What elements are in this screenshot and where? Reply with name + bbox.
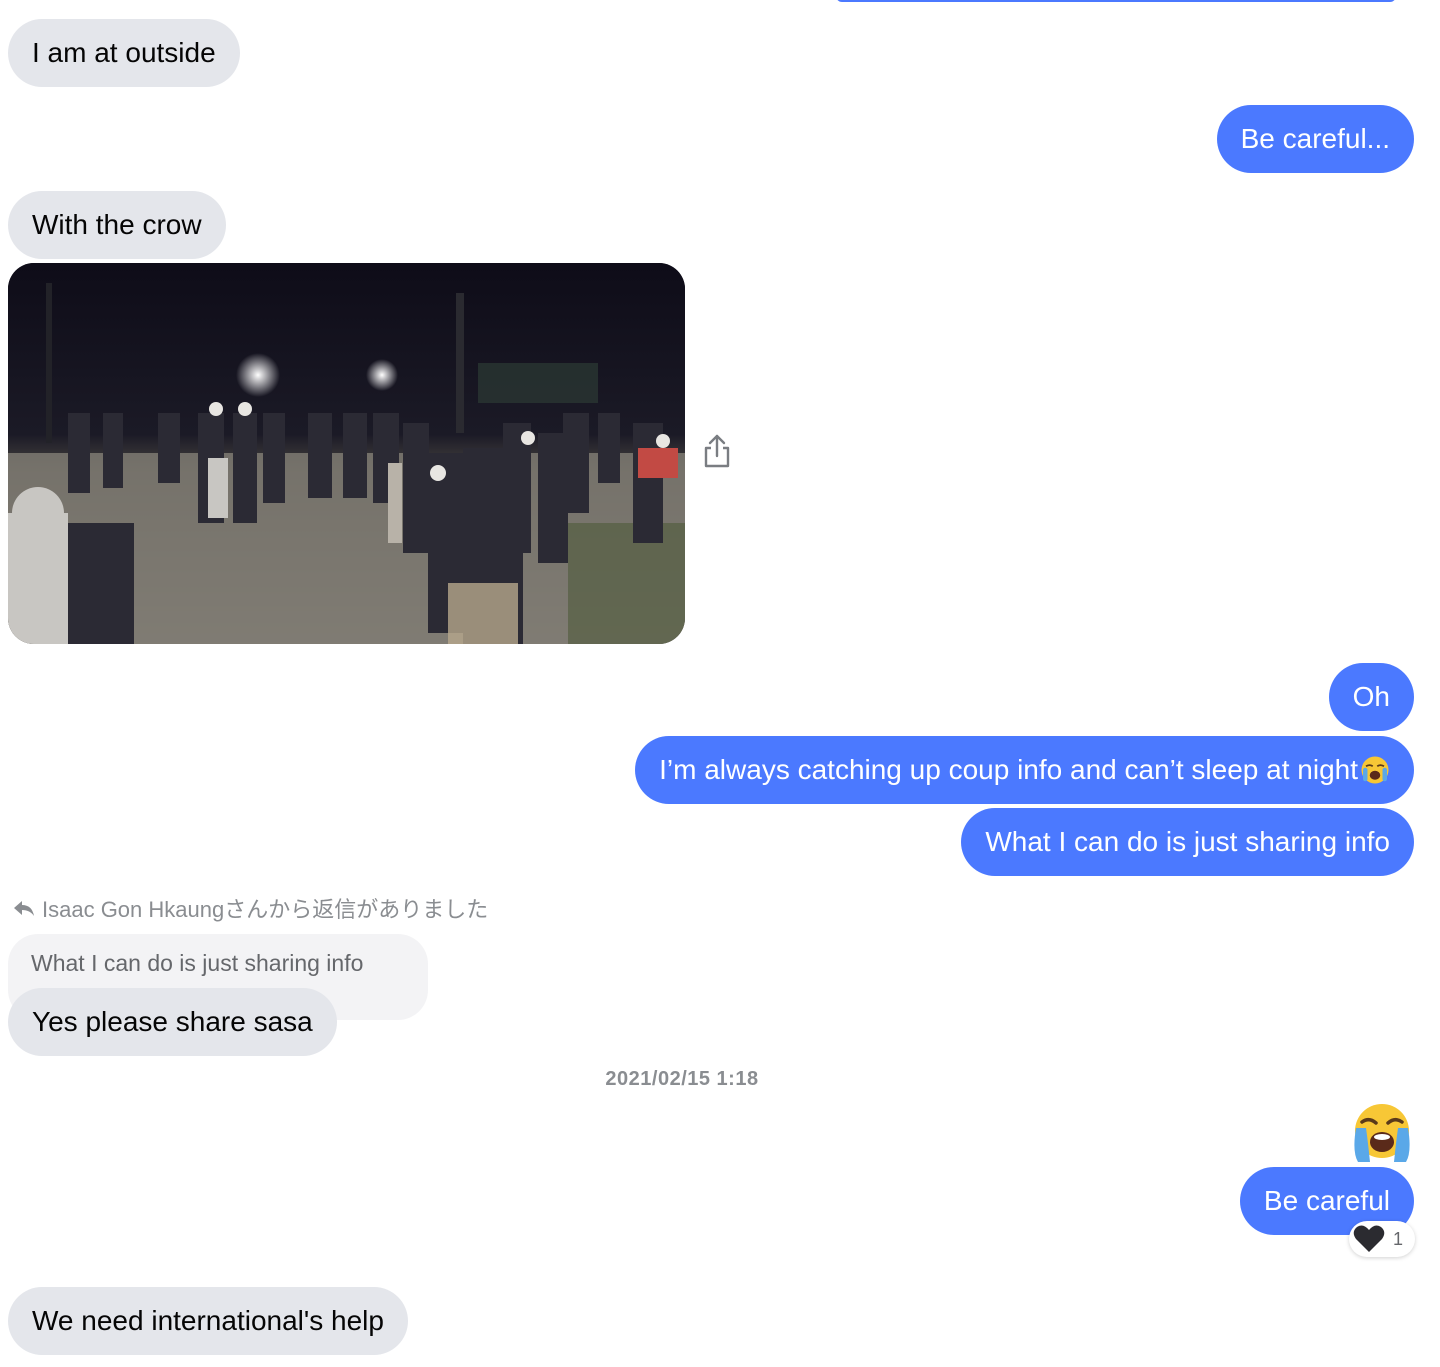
outgoing-message[interactable]: Be careful... <box>1216 105 1414 173</box>
black-heart-icon <box>1353 1225 1385 1252</box>
night-crowd-photo <box>8 263 685 644</box>
reaction-count: 1 <box>1393 1228 1404 1249</box>
timestamp: 2021/02/15 1:18 <box>605 1068 759 1090</box>
incoming-message[interactable]: We need international's help <box>8 1287 408 1355</box>
share-icon[interactable] <box>700 432 734 472</box>
outgoing-message[interactable]: Oh <box>1328 663 1414 731</box>
loudly-crying-face-icon[interactable] <box>1350 1102 1414 1164</box>
loudly-crying-face-icon <box>1361 756 1389 784</box>
incoming-message[interactable]: Yes please share sasa <box>8 988 337 1056</box>
incoming-message[interactable]: With the crow <box>8 191 226 259</box>
incoming-message[interactable]: I am at outside <box>8 19 240 87</box>
chat-thread: I am at outside Be careful... With the c… <box>0 0 1440 1367</box>
message-text: I’m always catching up coup info and can… <box>659 754 1358 785</box>
reply-note-text: Isaac Gon Hkaungさんから返信がありました <box>42 897 489 922</box>
previous-outgoing-message-edge[interactable] <box>836 0 1396 2</box>
outgoing-message[interactable]: What I can do is just sharing info <box>961 808 1414 876</box>
reply-arrow-icon <box>14 901 34 916</box>
reaction-badge[interactable]: 1 <box>1349 1221 1415 1257</box>
shared-photo[interactable] <box>8 263 685 644</box>
reply-indicator: Isaac Gon Hkaungさんから返信がありました <box>12 893 488 923</box>
outgoing-message[interactable]: I’m always catching up coup info and can… <box>635 736 1414 804</box>
